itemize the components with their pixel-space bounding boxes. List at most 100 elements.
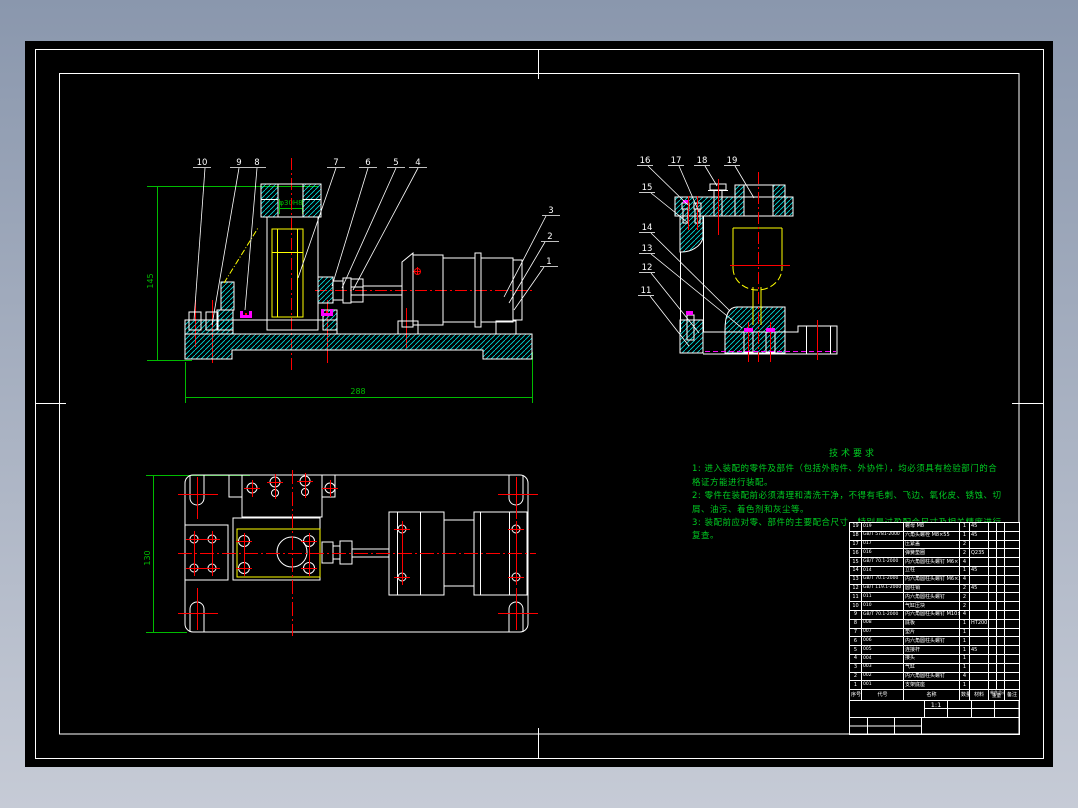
bom-cell: 内六角圆柱头螺钉 <box>903 671 960 682</box>
bom-cell <box>1004 574 1020 585</box>
bom-cell: 接头 <box>903 653 960 664</box>
callout-label: 16 <box>640 156 651 166</box>
bom-cell: 006 <box>861 636 904 647</box>
bom-cell: 005 <box>861 645 904 655</box>
bom-cell <box>988 565 997 576</box>
bom-cell <box>988 645 997 655</box>
bom-cell: 1 <box>959 627 970 638</box>
bom-cell <box>1004 530 1020 541</box>
callout-label: 18 <box>697 156 708 166</box>
callout-label: 2 <box>547 232 552 242</box>
bom-row: 12 GB/T 119.1-2000 圆柱销 2 45 <box>849 583 1020 594</box>
bom-cell <box>1004 636 1020 647</box>
bom-cell: 压紧盖 <box>903 539 960 550</box>
bom-cell: 019 <box>861 522 904 532</box>
bom-cell <box>988 592 997 603</box>
bom-row: 6 006 内六角圆柱头螺钉 1 <box>849 636 1020 647</box>
callout-label: 3 <box>548 206 553 216</box>
bom-cell: 内六角圆柱头螺钉 <box>903 592 960 603</box>
cad-viewer-canvas: { "colors": { "background_top": "#8a97ad… <box>0 0 1078 808</box>
bom-cell <box>969 662 989 673</box>
bom-row: 17 017 压紧盖 2 <box>849 539 1020 550</box>
bom-cell: 1 <box>959 662 970 673</box>
bom-row: 1 001 支架底座 1 <box>849 680 1020 691</box>
bom-cell: 螺母 M8 <box>903 522 960 532</box>
bom-cell: GB/T 70.1-2000 <box>861 557 904 567</box>
bom-cell: 16 <box>849 548 862 559</box>
callout-label: 9 <box>236 158 241 168</box>
bom-cell: 003 <box>861 662 904 673</box>
bom-cell <box>988 583 997 594</box>
bom-cell <box>1004 565 1020 576</box>
bom-cell: 004 <box>861 653 904 664</box>
bom-cell <box>969 574 989 585</box>
bom-cell: 气缸压块 <box>903 601 960 611</box>
bom-cell: GB/T 5781-2000 <box>861 530 904 541</box>
bom-cell: 1 <box>849 680 862 691</box>
bom-cell: 内六角圆柱头螺钉 M10×30 <box>903 609 960 620</box>
bom-row: 11 011 内六角圆柱头螺钉 2 <box>849 592 1020 603</box>
bom-row: 14 014 立柱 1 45 <box>849 565 1020 576</box>
bom-row: 5 005 连接杆 1 45 <box>849 645 1020 655</box>
bom-header-qty: 数量 <box>959 689 970 702</box>
bom-cell <box>996 592 1005 603</box>
bom-cell <box>996 662 1005 673</box>
bom-cell: 2 <box>959 548 970 559</box>
bom-cell: 内六角圆柱头螺钉 <box>903 636 960 647</box>
bom-cell <box>1004 662 1020 673</box>
bom-row: 10 010 气缸压块 2 <box>849 601 1020 611</box>
bom-cell <box>996 530 1005 541</box>
bom-cell: 017 <box>861 539 904 550</box>
bom-cell: 1 <box>959 618 970 629</box>
bom-header-code: 代号 <box>861 689 904 702</box>
bom-table: 19 019 螺母 M8 1 45 18 GB/T 5781-2000 六角头螺栓 M8×55… <box>849 522 1020 702</box>
bom-cell: 2 <box>959 592 970 603</box>
bom-cell: 001 <box>861 680 904 691</box>
bom-cell: 1 <box>959 565 970 576</box>
bom-cell <box>1004 680 1020 691</box>
bom-cell: 内六角圆柱头螺钉 M6×20 <box>903 574 960 585</box>
bom-cell <box>988 601 997 611</box>
bom-cell <box>988 627 997 638</box>
bom-cell <box>996 583 1005 594</box>
bom-cell: 12 <box>849 583 862 594</box>
bom-cell: 6 <box>849 636 862 647</box>
bom-cell: 1 <box>959 653 970 664</box>
bom-cell <box>1004 627 1020 638</box>
bom-row: 19 019 螺母 M8 1 45 <box>849 522 1020 532</box>
callout-label: 13 <box>642 244 653 254</box>
bom-cell: 4 <box>959 609 970 620</box>
bom-cell: 5 <box>849 645 862 655</box>
callout-label: 15 <box>642 183 653 193</box>
bom-cell <box>996 680 1005 691</box>
bom-cell: 13 <box>849 574 862 585</box>
bom-cell: 1 <box>959 522 970 532</box>
bom-header-row: 序号 代号 名称 数量 材料 单件 总计 重量 备注 <box>849 689 1020 702</box>
bom-cell <box>988 671 997 682</box>
bom-cell: 4 <box>959 574 970 585</box>
bom-cell <box>969 601 989 611</box>
bom-cell: HT200 <box>969 618 989 629</box>
bom-row: 18 GB/T 5781-2000 六角头螺栓 M8×55 1 45 <box>849 530 1020 541</box>
bom-cell: 2 <box>959 601 970 611</box>
bom-cell: 008 <box>861 618 904 629</box>
bom-cell <box>969 592 989 603</box>
callout-label: 10 <box>197 158 208 168</box>
callout-label: 7 <box>333 158 338 168</box>
bom-cell <box>988 530 997 541</box>
bom-cell <box>969 539 989 550</box>
bom-cell <box>988 548 997 559</box>
technical-requirements-title: 技术要求 <box>828 449 877 459</box>
bom-cell: 2 <box>959 539 970 550</box>
bom-header-name: 名称 <box>903 689 960 702</box>
bom-cell: 内六角圆柱头螺钉 M6×75 <box>903 557 960 567</box>
bom-cell: 4 <box>959 671 970 682</box>
bom-cell <box>1004 522 1020 532</box>
bom-cell: 9 <box>849 609 862 620</box>
callout-label: 8 <box>254 158 259 168</box>
bom-cell: 4 <box>849 653 862 664</box>
bom-cell: 2 <box>959 583 970 594</box>
bom-cell: 六角头螺栓 M8×55 <box>903 530 960 541</box>
bom-cell <box>1004 609 1020 620</box>
bom-cell <box>1004 653 1020 664</box>
